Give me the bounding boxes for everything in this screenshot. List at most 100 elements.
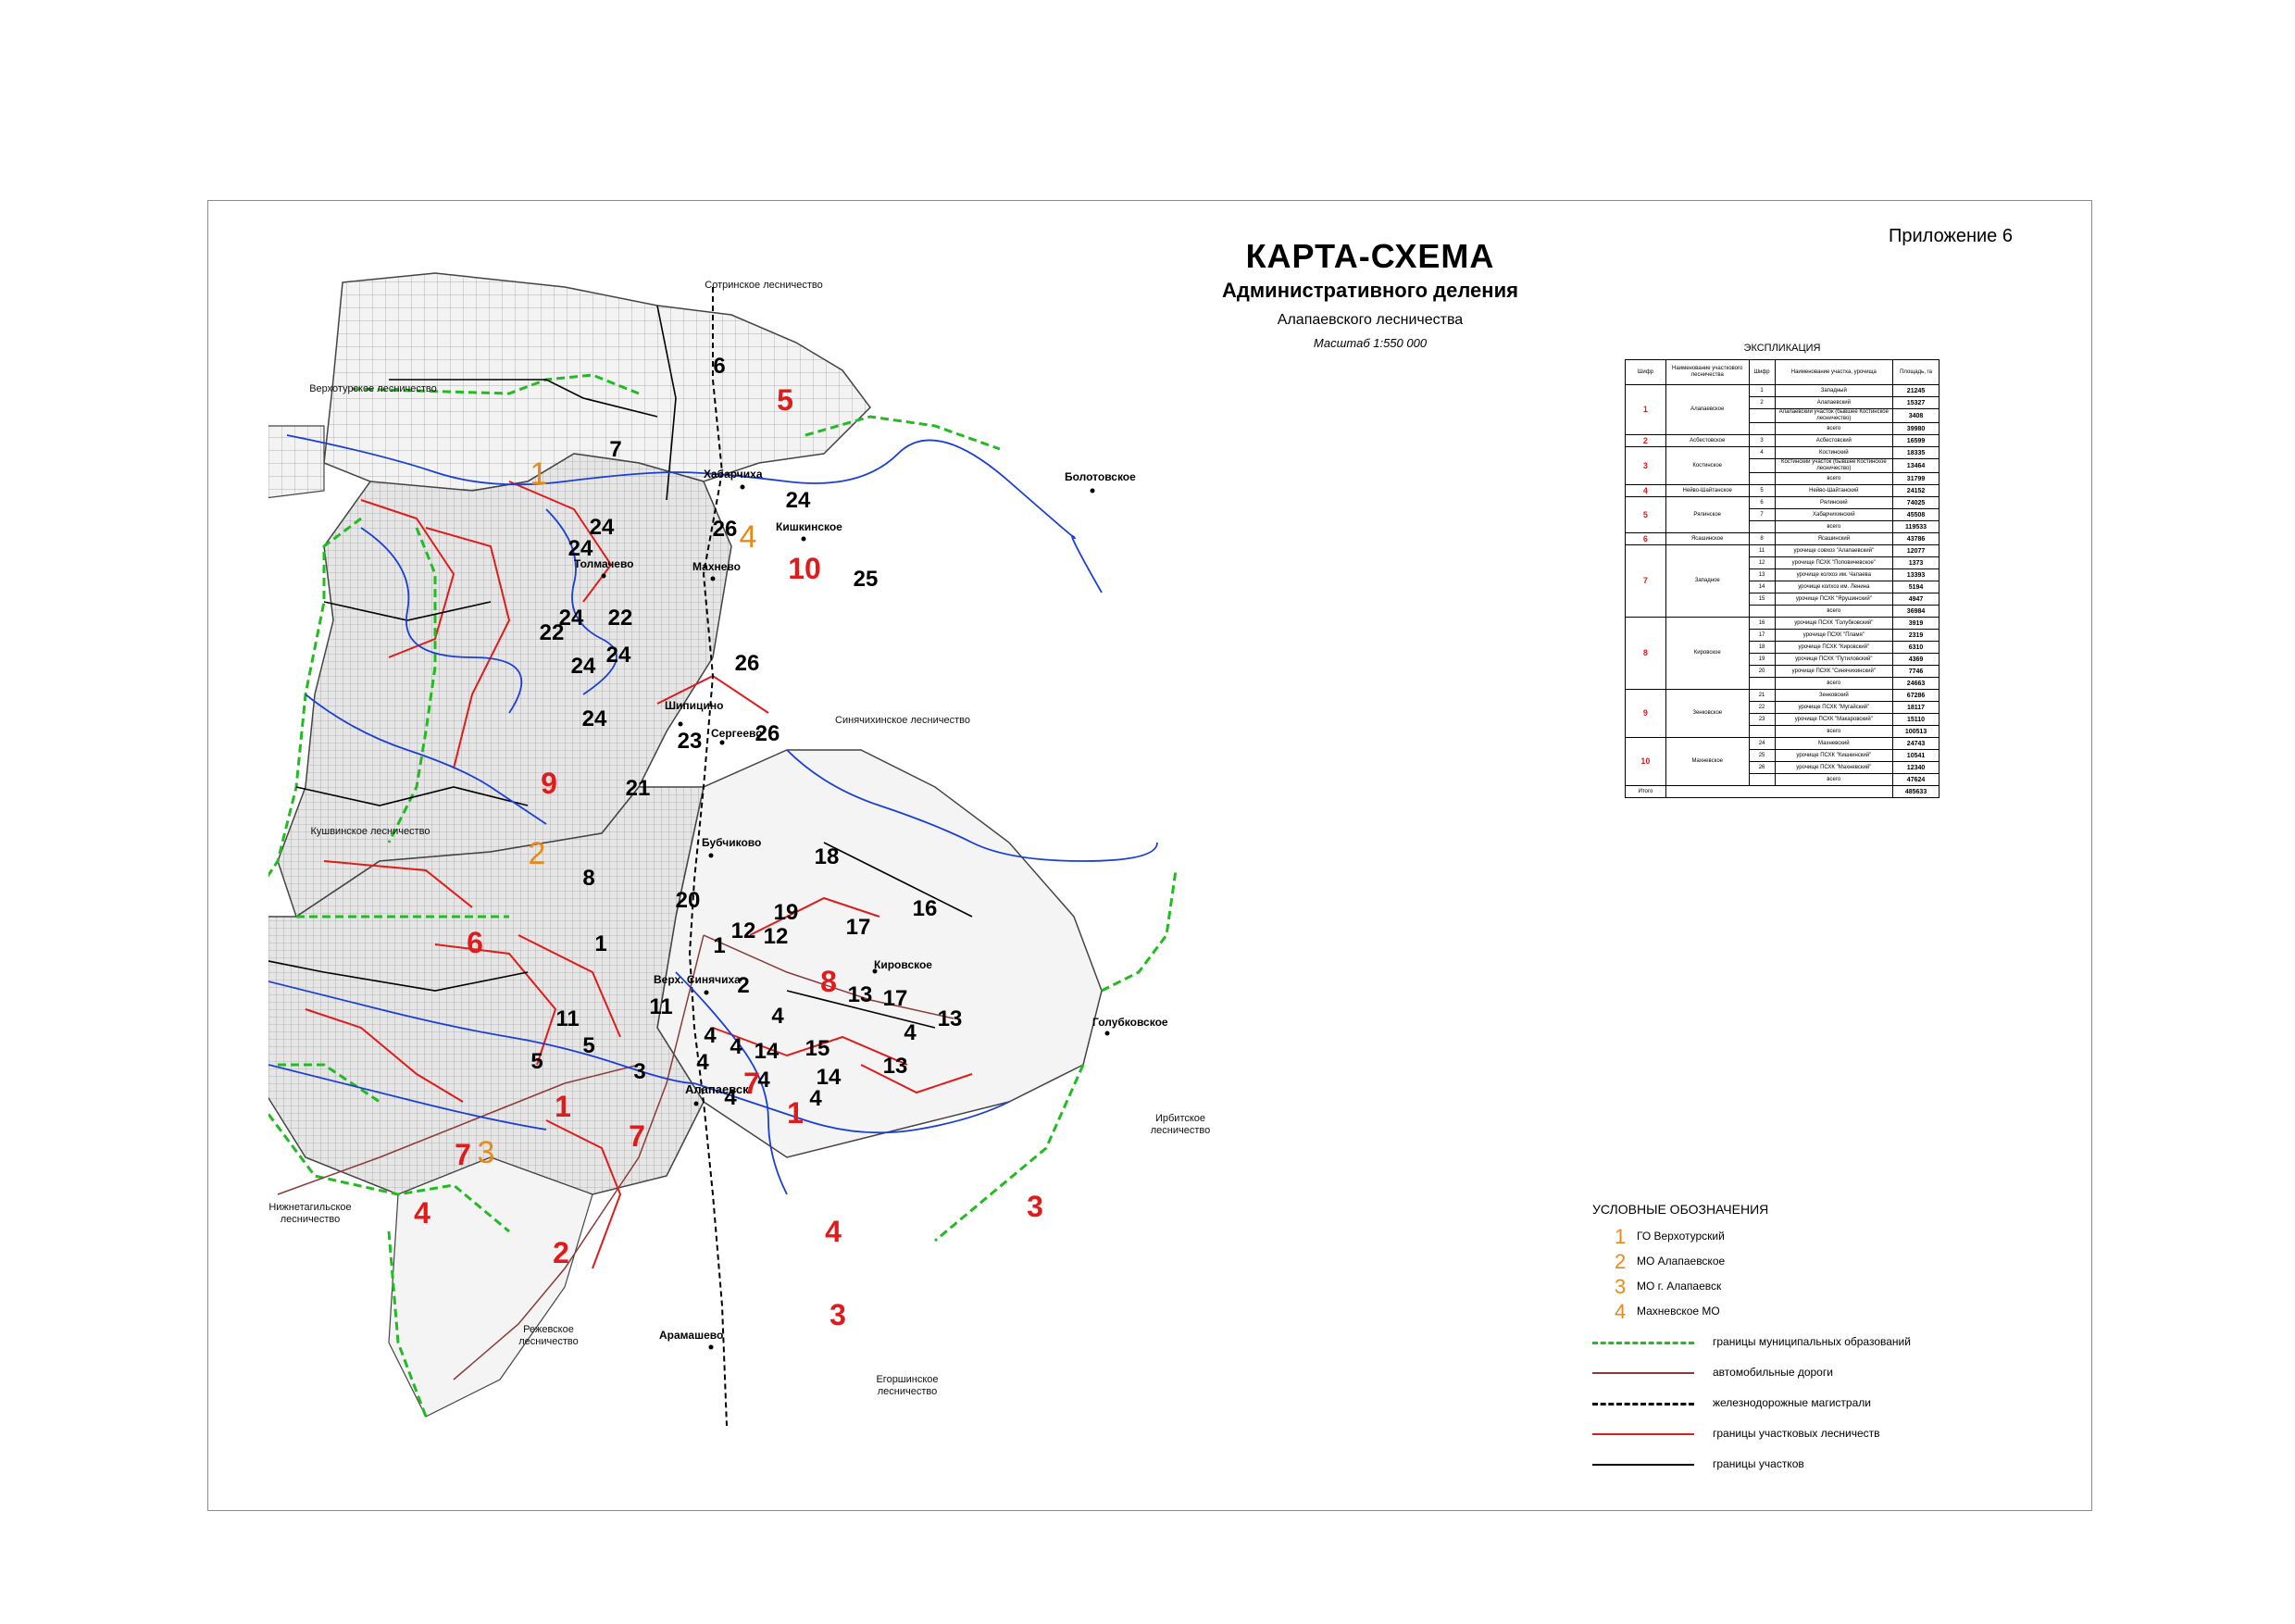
town-label: Кишкинское	[776, 520, 842, 533]
section-sub-cell: 25	[1748, 749, 1776, 762]
section-number: 12	[763, 924, 789, 949]
section-area-cell: 7746	[1892, 665, 1940, 678]
forestry-name-cell: Рялинское	[1665, 496, 1750, 533]
section-area-cell: 18335	[1892, 446, 1940, 459]
town-label: Голубковское	[1092, 1016, 1168, 1029]
legend-municipal-item: 3 МО г. Алапаевск	[1592, 1276, 1981, 1301]
section-sub-cell: 8	[1748, 532, 1776, 545]
section-area-cell: 3919	[1892, 617, 1940, 630]
table-total-row: Итого 485633	[1625, 785, 1940, 798]
total-spacer-cell	[1665, 785, 1894, 798]
section-name-cell: Асбестовский	[1774, 434, 1894, 447]
section-number: 4	[730, 1034, 742, 1059]
section-number: 19	[773, 900, 799, 925]
map-svg	[268, 272, 1178, 1427]
section-sub-cell	[1748, 725, 1776, 738]
forestry-name-cell: Алапаевское	[1665, 384, 1750, 435]
legend-text: ГО Верхотурский	[1637, 1230, 1725, 1243]
section-number: 24	[570, 654, 596, 679]
section-number: 21	[625, 776, 651, 801]
section-area-cell: 119533	[1892, 520, 1940, 533]
section-sub-cell	[1748, 458, 1776, 473]
section-number: 25	[853, 567, 879, 592]
legend-number: 3	[1615, 1275, 1627, 1298]
section-area-cell: 100513	[1892, 725, 1940, 738]
section-number: 3	[633, 1059, 646, 1084]
section-number: 26	[734, 651, 760, 676]
legend-number: 4	[1615, 1300, 1627, 1323]
forestry-number: 6	[467, 926, 483, 959]
town-label: Бубчиково	[702, 836, 762, 849]
section-name-cell: всего	[1774, 773, 1894, 786]
forestry-cipher-cell: 5	[1625, 496, 1666, 533]
town-label: Арамашево	[659, 1329, 724, 1342]
forestry-cipher-cell: 4	[1625, 484, 1666, 497]
section-sub-cell: 16	[1748, 617, 1776, 630]
table-header-cell: Шифр	[1748, 359, 1776, 385]
section-name-cell: урочище ПСХК "Поповичевское"	[1774, 556, 1894, 569]
section-number: 8	[582, 866, 595, 891]
section-number: 5	[582, 1033, 595, 1058]
forestry-number: 10	[788, 552, 821, 585]
town-label: Махнево	[692, 560, 741, 573]
forestry-number: 1	[787, 1096, 804, 1130]
town-marker	[693, 1101, 699, 1106]
section-number: 6	[713, 354, 726, 379]
table-row: 8 Кировское 16 урочище ПСХК "Голубковский" 3…	[1625, 617, 1940, 690]
section-number: 24	[581, 706, 607, 731]
forestry-name-cell: Западное	[1665, 544, 1750, 618]
section-sub-cell	[1748, 520, 1776, 533]
section-sub-cell: 1	[1748, 384, 1776, 397]
section-sub-cell: 23	[1748, 713, 1776, 726]
legend-line-item: границы участков	[1592, 1454, 1981, 1479]
municipal-number: 4	[739, 519, 757, 555]
section-sub-cell: 11	[1748, 544, 1776, 557]
town-marker	[710, 576, 716, 581]
section-number: 1	[713, 933, 726, 958]
town-label: Толмачево	[574, 557, 634, 570]
section-number: 17	[882, 986, 908, 1011]
neighbor-label: Кушвинское лесничество	[310, 826, 430, 837]
forestry-name-cell: Нейво-Шайтанское	[1665, 484, 1750, 497]
map-area[interactable]: 1 2 3 4 1 2 3 4 5 6 7 7 7 8 9 10 1 3 4 6…	[268, 269, 1185, 1472]
legend-municipal-item: 4 Махневское МО	[1592, 1301, 1981, 1326]
town-label: Кировское	[874, 958, 932, 971]
section-number: 24	[605, 643, 631, 668]
neighbor-label: Верхотурское лесничество	[309, 383, 437, 394]
section-name-cell: урочище ПСХК "Голубковский"	[1774, 617, 1894, 630]
section-sub-cell: 20	[1748, 665, 1776, 678]
legend-number: 1	[1615, 1225, 1627, 1248]
legend-line-swatch	[1592, 1403, 1694, 1405]
legend-line-swatch	[1592, 1342, 1694, 1344]
section-name-cell: урочище ПСХК "Мугайский"	[1774, 701, 1894, 714]
legend-text: МО Алапаевское	[1637, 1255, 1726, 1268]
table-row: 9 Зенковское 21 Зенковский 67286	[1625, 689, 1940, 738]
legend-text: МО г. Алапаевск	[1637, 1280, 1722, 1293]
legend-title: УСЛОВНЫЕ ОБОЗНАЧЕНИЯ	[1592, 1202, 1769, 1217]
town-marker	[708, 853, 714, 858]
table-row: 7 Западное 11 урочище совхоз "Алапаевский" 1…	[1625, 544, 1940, 618]
section-number: 23	[677, 729, 703, 754]
section-name-cell: Западный	[1774, 384, 1894, 397]
section-number: 4	[809, 1086, 822, 1111]
section-area-cell: 24743	[1892, 737, 1940, 750]
section-name-cell: всего	[1774, 472, 1894, 485]
section-sub-cell: 22	[1748, 701, 1776, 714]
section-number: 16	[912, 896, 938, 921]
explication-body: 1 Алапаевское 1 Западный 21245 2 Алапаевский 15…	[1625, 384, 1940, 798]
forestry-number: 3	[829, 1298, 846, 1331]
municipal-number: 2	[528, 836, 546, 871]
section-name-cell: всего	[1774, 677, 1894, 690]
section-area-cell: 47624	[1892, 773, 1940, 786]
section-number: 7	[609, 437, 622, 462]
forestry-name-cell: Костинское	[1665, 446, 1750, 485]
table-header-cell: Площадь, га	[1892, 359, 1940, 385]
section-number: 15	[804, 1036, 830, 1061]
section-name-cell: Нейво-Шайтанский	[1774, 484, 1894, 497]
town-marker	[708, 1344, 714, 1350]
legend-number: 2	[1615, 1250, 1627, 1273]
section-name-cell: урочище ПСХК "Кировский"	[1774, 641, 1894, 654]
section-name-cell: урочище ПСХК "Кишкинский"	[1774, 749, 1894, 762]
section-sub-cell	[1748, 605, 1776, 618]
legend-municipal-item: 2 МО Алапаевское	[1592, 1251, 1981, 1276]
